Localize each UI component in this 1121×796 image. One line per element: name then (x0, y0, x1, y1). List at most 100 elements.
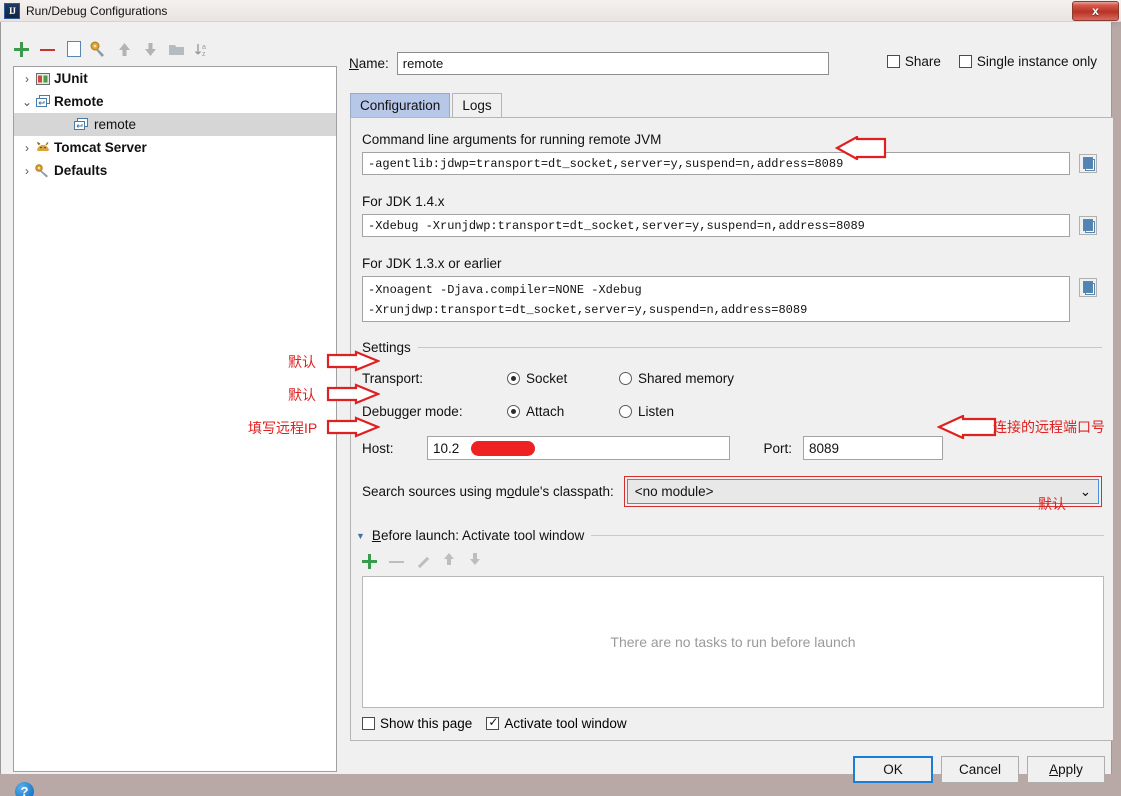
annotation-debugger-mode-note: 默认 (288, 387, 316, 403)
module-classpath-highlight: <no module> ⌄ (623, 476, 1102, 507)
svg-text:z: z (202, 51, 206, 58)
tree-item-label: remote (94, 117, 137, 132)
show-this-page-checkbox-box[interactable] (362, 717, 375, 730)
jdk14-input[interactable]: -Xdebug -Xrunjdwp:transport=dt_socket,se… (362, 214, 1070, 237)
tree-item-label: JUnit (54, 71, 88, 86)
single-instance-checkbox[interactable]: Single instance only (958, 54, 1097, 69)
debugger-mode-option-attach[interactable]: Attach (507, 404, 619, 419)
share-checkbox-box[interactable] (886, 55, 900, 68)
intellij-idea-icon: IJ (4, 2, 20, 19)
tab-logs[interactable]: Logs (452, 93, 502, 117)
tree-item-remote-group[interactable]: ⌄ Remote (14, 90, 336, 113)
copy-configuration-button[interactable] (67, 39, 84, 57)
edit-templates-button[interactable] (90, 41, 107, 58)
module-classpath-select[interactable]: <no module> ⌄ (626, 479, 1099, 504)
host-redaction-mark (471, 441, 535, 456)
edit-task-button[interactable] (416, 555, 430, 569)
share-checkbox[interactable]: Share (886, 54, 941, 69)
jdk13-label: For JDK 1.3.x or earlier (362, 256, 502, 271)
debugger-mode-row: Debugger mode: Attach Listen (362, 404, 674, 419)
radio-shared-memory[interactable] (619, 372, 632, 385)
name-label: Name: (349, 56, 389, 71)
jdk13-input[interactable]: -Xnoagent -Djava.compiler=NONE -Xdebug -… (362, 276, 1070, 322)
add-configuration-button[interactable] (13, 41, 30, 58)
defaults-icon (34, 163, 51, 178)
move-down-button[interactable] (142, 41, 159, 58)
chevron-right-icon[interactable]: › (20, 141, 34, 155)
chevron-right-icon[interactable]: › (20, 72, 34, 86)
transport-option-socket-label: Socket (526, 371, 568, 386)
copy-jdk14-button[interactable] (1079, 216, 1097, 235)
radio-attach[interactable] (507, 405, 520, 418)
copy-jdk13-button[interactable] (1079, 278, 1097, 297)
before-launch-task-list[interactable]: There are no tasks to run before launch (362, 576, 1104, 708)
tree-item-label: Defaults (54, 163, 108, 178)
tree-item-tomcat-server[interactable]: › Tomcat Server (14, 136, 336, 159)
dialog-buttons: OK Cancel Apply (853, 756, 1105, 783)
move-up-button[interactable] (116, 41, 133, 58)
ok-button[interactable]: OK (853, 756, 933, 783)
apply-button[interactable]: Apply (1027, 756, 1105, 783)
share-checkbox-label: Share (904, 54, 941, 69)
remove-task-button[interactable] (389, 554, 404, 569)
annotation-transport-note: 默认 (288, 354, 316, 370)
title-bar: IJ Run/Debug Configurations x (0, 0, 1121, 22)
cancel-button[interactable]: Cancel (941, 756, 1019, 783)
tree-item-junit[interactable]: › JUnit (14, 67, 336, 90)
chevron-right-icon[interactable]: › (20, 164, 34, 178)
separator-line (591, 535, 1104, 536)
name-input[interactable] (396, 52, 829, 75)
host-annotation-arrow (326, 416, 380, 438)
debugger-mode-annotation-arrow (326, 383, 380, 405)
tomcat-icon (34, 141, 51, 154)
transport-row: Transport: Socket Shared memory (362, 371, 734, 386)
remove-configuration-button[interactable] (39, 41, 56, 58)
close-window-button[interactable]: x (1072, 1, 1119, 21)
single-instance-checkbox-box[interactable] (958, 55, 972, 68)
port-input[interactable]: 8089 (803, 436, 943, 460)
module-classpath-label: Search sources using module's classpath: (362, 484, 614, 499)
triangle-down-icon[interactable]: ▼ (356, 531, 365, 541)
module-classpath-row: Search sources using module's classpath:… (362, 476, 1102, 507)
annotation-host-note: 填写远程IP (248, 420, 318, 436)
tree-item-label: Remote (54, 94, 104, 109)
chevron-down-icon[interactable]: ⌄ (20, 95, 34, 109)
transport-option-socket[interactable]: Socket (507, 371, 619, 386)
transport-option-shared-memory[interactable]: Shared memory (619, 371, 734, 386)
dialog-body: a z › JUnit ⌄ Remote remote › Tomcat Ser… (0, 22, 1113, 796)
window-title: Run/Debug Configurations (26, 3, 168, 18)
transport-label: Transport: (362, 371, 424, 386)
add-task-button[interactable] (362, 554, 377, 569)
cmdline-annotation-arrow (835, 136, 887, 160)
radio-listen[interactable] (619, 405, 632, 418)
tree-item-remote-config[interactable]: remote (14, 113, 336, 136)
configurations-toolbar: a z (13, 36, 337, 62)
debugger-mode-option-listen-label: Listen (638, 404, 675, 419)
help-button[interactable]: ? (15, 782, 34, 796)
sort-configurations-button[interactable]: a z (194, 41, 211, 58)
host-port-row: Host: 10.2 Port: 8089 (362, 436, 943, 460)
jdk13-line-2: -Xrunjdwp:transport=dt_socket,server=y,s… (368, 303, 808, 317)
move-task-down-button[interactable] (468, 552, 482, 571)
svg-text:a: a (202, 44, 206, 51)
before-launch-header[interactable]: ▼ Before launch: Activate tool window (356, 528, 1104, 543)
activate-tool-window-checkbox-box[interactable] (486, 715, 500, 730)
radio-socket[interactable] (507, 372, 520, 385)
create-folder-button[interactable] (168, 41, 185, 58)
show-this-page-checkbox[interactable]: Show this page (362, 716, 472, 731)
debugger-mode-option-listen[interactable]: Listen (619, 404, 674, 419)
tree-item-defaults[interactable]: › Defaults (14, 159, 336, 182)
port-annotation-arrow (937, 415, 997, 439)
debugger-mode-label: Debugger mode: (362, 404, 463, 419)
cmdline-input[interactable]: -agentlib:jdwp=transport=dt_socket,serve… (362, 152, 1070, 175)
tab-configuration[interactable]: Configuration (350, 93, 451, 117)
copy-cmdline-button[interactable] (1079, 154, 1097, 173)
remote-icon (46, 118, 89, 131)
single-instance-checkbox-label: Single instance only (976, 54, 1097, 69)
host-label: Host: (362, 440, 394, 456)
activate-tool-window-checkbox[interactable]: Activate tool window (486, 715, 627, 731)
run-debug-configurations-dialog: IJ Run/Debug Configurations x a z › JUni… (0, 0, 1121, 796)
module-classpath-value: <no module> (634, 484, 714, 499)
chevron-down-icon[interactable]: ⌄ (1080, 484, 1091, 500)
move-task-up-button[interactable] (442, 552, 456, 571)
